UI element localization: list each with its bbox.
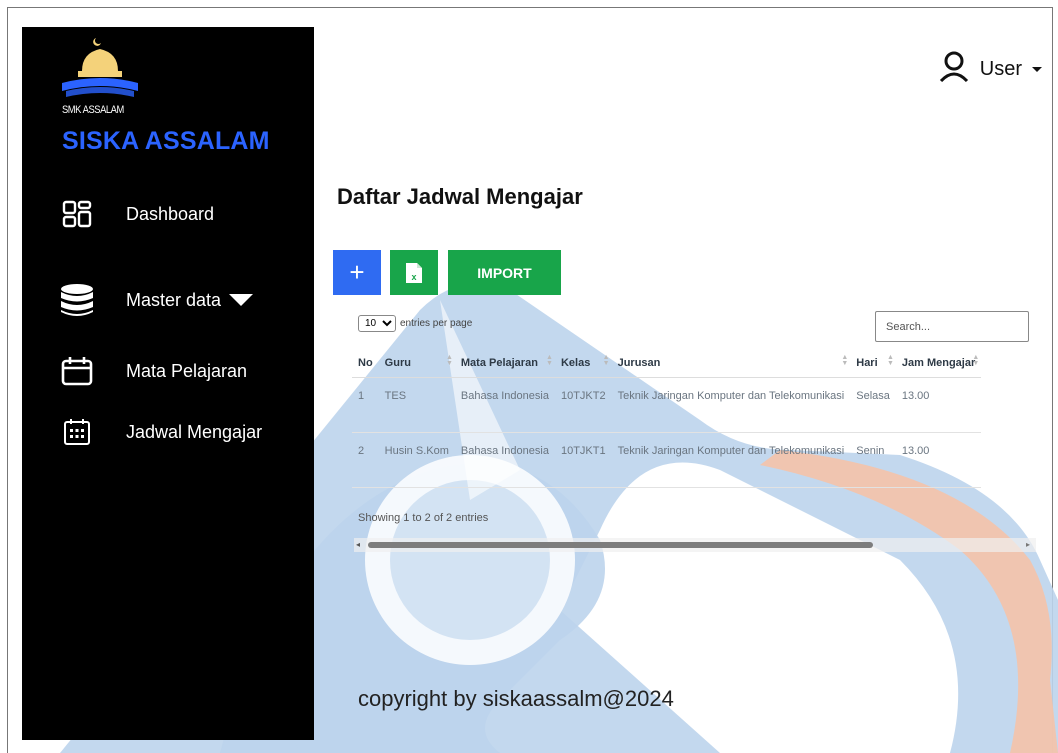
sidebar-item-label: Jadwal Mengajar [126, 421, 263, 442]
column-header[interactable]: Jurusan ▲ ▼ [611, 349, 851, 378]
import-button[interactable]: IMPORT [448, 250, 561, 295]
sidebar-item-label: Dashboard [126, 203, 215, 224]
caret-down-icon [1032, 66, 1042, 72]
export-excel-button[interactable]: x [390, 250, 438, 295]
entries-select[interactable]: 10 [358, 315, 396, 332]
sidebar-item-label: Master data [126, 289, 222, 310]
scroll-left-icon[interactable]: ◂ [356, 540, 360, 549]
sidebar: SMK ASSALAM SISKA ASSALAM Dashboard Mast… [22, 27, 314, 740]
school-logo-icon [62, 38, 138, 97]
table-row[interactable]: 2 Husin S.Kom Bahasa Indonesia 10TJKT1 T… [352, 432, 982, 488]
sort-icon: ▲ ▼ [841, 354, 849, 367]
cell-guru: TES [378, 377, 455, 433]
column-header[interactable]: Mata Pelajaran ▲ ▼ [454, 349, 555, 378]
footer-copyright: copyright by siskaassalm@2024 [358, 686, 674, 711]
table-header-row: No Guru ▲ ▼ Mata Pelajaran ▲ ▼ Kelas ▲ ▼ Jurus… [352, 349, 982, 378]
excel-file-icon: x [406, 262, 422, 283]
cell-kelas: 10TJKT2 [554, 377, 612, 433]
sidebar-item-label: Mata Pelajaran [126, 360, 248, 381]
add-button[interactable]: + [333, 250, 381, 295]
sort-icon: ▲ ▼ [602, 354, 610, 367]
sidebar-item-mata-pelajaran[interactable]: Mata Pelajaran [60, 354, 247, 388]
scroll-right-icon[interactable]: ▸ [1026, 540, 1030, 549]
column-header[interactable]: No [352, 349, 379, 378]
calendar-grid-icon [60, 415, 94, 449]
cell-hari: Senin [850, 432, 896, 488]
column-header[interactable]: Hari ▲ ▼ [850, 349, 896, 378]
cell-guru: Husin S.Kom [378, 432, 455, 488]
school-name: SMK ASSALAM [62, 104, 124, 116]
cell-kelas: 10TJKT1 [554, 432, 612, 488]
dashboard-grid-icon [60, 197, 94, 231]
cell-hari: Selasa [850, 377, 896, 433]
cell-mata-pelajaran: Bahasa Indonesia [454, 377, 555, 433]
svg-text:x: x [411, 272, 416, 282]
search-input[interactable] [875, 311, 1029, 342]
sidebar-item-jadwal-mengajar[interactable]: Jadwal Mengajar [60, 415, 262, 449]
column-header[interactable]: Guru ▲ ▼ [378, 349, 455, 378]
column-header[interactable]: Kelas ▲ ▼ [554, 349, 612, 378]
entries-label: entries per page [400, 318, 473, 329]
database-icon [60, 283, 94, 317]
cell-jurusan: Teknik Jaringan Komputer dan Telekomunik… [611, 432, 851, 488]
column-header[interactable]: Jam Mengajar ▲ ▼ [895, 349, 982, 378]
sort-icon: ▲ ▼ [972, 354, 980, 367]
datatable: 10 entries per page No Guru▲▼ Mata Pelaj… [348, 305, 1038, 565]
schedule-table: No Guru ▲ ▼ Mata Pelajaran ▲ ▼ Kelas ▲ ▼ Jurus… [352, 349, 982, 488]
user-label: User [979, 57, 1022, 80]
page-title: Daftar Jadwal Mengajar [337, 184, 583, 209]
calendar-icon [60, 354, 94, 388]
sidebar-item-master-data[interactable]: Master data [60, 283, 254, 317]
table-row[interactable]: 1 TES Bahasa Indonesia 10TJKT2 Teknik Ja… [352, 377, 982, 433]
horizontal-scrollbar[interactable]: ◂ ▸ [354, 538, 1036, 552]
cell-jurusan: Teknik Jaringan Komputer dan Telekomunik… [611, 377, 851, 433]
cell-no: 2 [352, 432, 379, 488]
scrollbar-thumb[interactable] [368, 542, 873, 548]
chevron-down-icon [229, 294, 254, 306]
cell-no: 1 [352, 377, 379, 433]
app-title: SISKA ASSALAM [62, 127, 270, 155]
sort-icon: ▲ ▼ [886, 354, 894, 367]
table-info: Showing 1 to 2 of 2 entries [358, 512, 489, 524]
cell-jam-mengajar: 13.00 [895, 377, 982, 433]
user-menu[interactable]: User [938, 50, 1042, 88]
cell-jam-mengajar: 13.00 [895, 432, 982, 488]
user-icon [938, 50, 970, 88]
sidebar-item-dashboard[interactable]: Dashboard [60, 197, 214, 231]
sort-icon: ▲ ▼ [546, 354, 553, 367]
sort-icon: ▲ ▼ [445, 354, 453, 367]
cell-mata-pelajaran: Bahasa Indonesia [454, 432, 555, 488]
entries-per-page: 10 entries per page [358, 315, 472, 332]
